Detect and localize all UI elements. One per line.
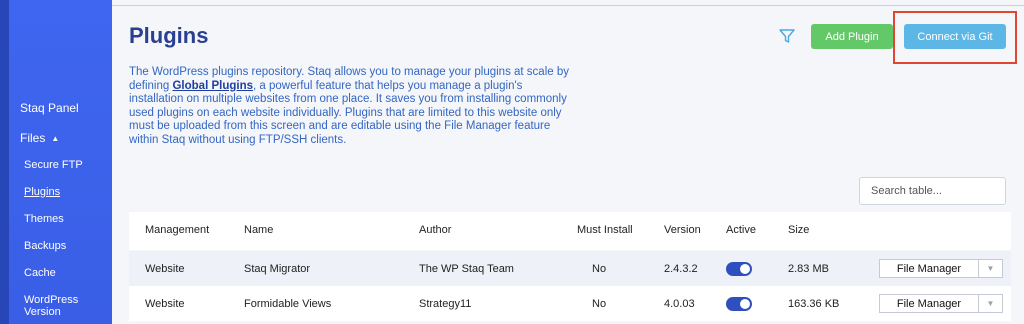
header-name[interactable]: Name — [244, 224, 273, 236]
cell-name: Formidable Views — [244, 298, 332, 310]
sidebar-item-label: WordPress — [24, 294, 79, 306]
caret-up-icon: ▲ — [51, 134, 60, 143]
sidebar-item-secure-ftp[interactable]: Secure FTP — [24, 159, 83, 171]
active-toggle[interactable] — [726, 262, 752, 276]
sidebar-item-themes[interactable]: Themes — [24, 213, 64, 225]
header-active[interactable]: Active — [726, 224, 756, 236]
add-plugin-button[interactable]: Add Plugin — [811, 24, 893, 49]
sidebar-item-label: Files — [20, 131, 46, 145]
top-divider — [112, 0, 1024, 6]
cell-size: 2.83 MB — [788, 263, 829, 275]
header-management[interactable]: Management — [145, 224, 209, 236]
header-must-install[interactable]: Must Install — [577, 224, 633, 236]
sidebar-item-label: Staq Panel — [20, 101, 79, 115]
sidebar-item-wordpress-version[interactable]: WordPress Version — [24, 294, 78, 318]
cell-size: 163.36 KB — [788, 298, 840, 310]
filter-icon[interactable] — [778, 27, 796, 45]
cell-must-install: No — [592, 263, 607, 275]
header-version[interactable]: Version — [664, 224, 701, 236]
chevron-down-icon: ▼ — [986, 264, 995, 273]
file-manager-dropdown[interactable]: ▼ — [979, 294, 1003, 313]
cell-management: Website — [145, 263, 185, 275]
sidebar-item-label: Cache — [24, 267, 56, 279]
sidebar-item-files[interactable]: Files ▲ — [20, 131, 59, 145]
file-manager-split-button: File Manager ▼ — [879, 294, 1003, 313]
file-manager-split-button: File Manager ▼ — [879, 259, 1003, 278]
sidebar-item-label: Backups — [24, 240, 67, 252]
cell-author: Strategy11 — [419, 298, 472, 310]
cell-author: The WP Staq Team — [419, 263, 514, 275]
header-author[interactable]: Author — [419, 224, 451, 236]
sidebar-item-backups[interactable]: Backups — [24, 240, 66, 252]
toggle-knob — [740, 264, 750, 274]
header-size[interactable]: Size — [788, 224, 809, 236]
sidebar-item-label: Themes — [24, 213, 64, 225]
cell-must-install: No — [592, 298, 607, 310]
toggle-knob — [740, 299, 750, 309]
chevron-down-icon: ▼ — [986, 299, 995, 308]
sidebar-item-label: Plugins — [24, 186, 61, 198]
sidebar: Staq Panel Files ▲ Secure FTP Plugins The… — [0, 0, 112, 324]
sidebar-item-staq-panel[interactable]: Staq Panel — [20, 101, 79, 115]
cell-version: 4.0.03 — [664, 298, 695, 310]
active-toggle[interactable] — [726, 297, 752, 311]
file-manager-button[interactable]: File Manager — [879, 294, 979, 313]
cell-version: 2.4.3.2 — [664, 263, 698, 275]
global-plugins-link[interactable]: Global Plugins — [172, 80, 253, 92]
cell-management: Website — [145, 298, 185, 310]
sidebar-item-label: Secure FTP — [24, 159, 83, 171]
sidebar-edge — [0, 0, 9, 324]
page-title: Plugins — [129, 23, 209, 48]
cell-name: Staq Migrator — [244, 263, 311, 275]
page-description: The WordPress plugins repository. Staq a… — [129, 66, 569, 148]
sidebar-item-cache[interactable]: Cache — [24, 267, 56, 279]
sidebar-item-label: Version — [24, 306, 61, 318]
file-manager-dropdown[interactable]: ▼ — [979, 259, 1003, 278]
sidebar-item-plugins[interactable]: Plugins — [24, 186, 60, 198]
file-manager-button[interactable]: File Manager — [879, 259, 979, 278]
search-input[interactable] — [859, 177, 1006, 205]
connect-via-git-button[interactable]: Connect via Git — [904, 24, 1006, 49]
